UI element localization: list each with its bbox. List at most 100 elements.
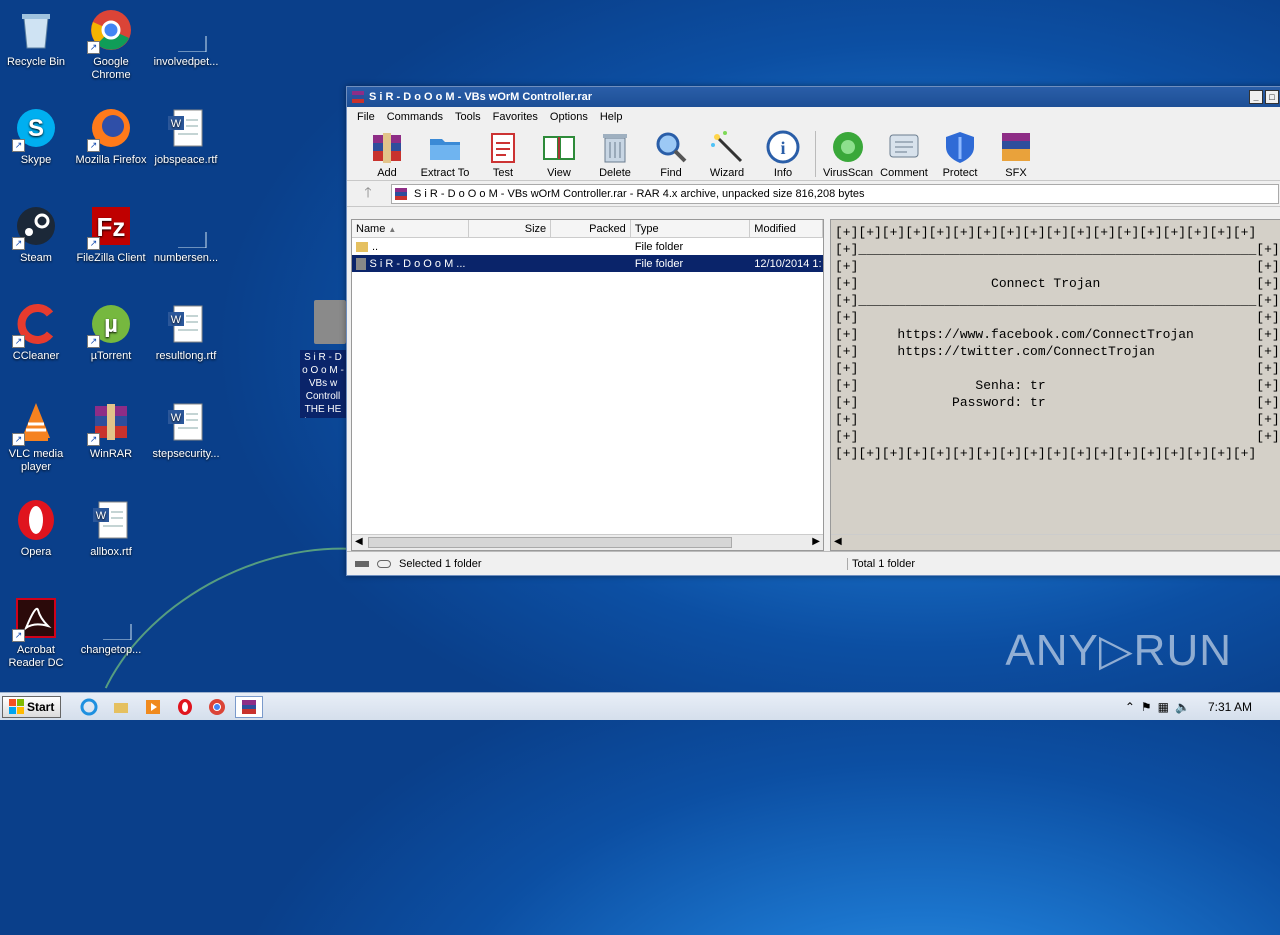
svg-text:S: S bbox=[28, 115, 44, 142]
vlc-icon[interactable]: ↗ VLC media player bbox=[0, 398, 74, 474]
tray-flag-icon[interactable]: ⚑ bbox=[1141, 700, 1152, 714]
resultlong-file-icon[interactable]: W resultlong.rtf bbox=[148, 300, 224, 363]
folder-icon bbox=[356, 257, 366, 270]
jobspeace-file-icon[interactable]: W jobspeace.rtf bbox=[148, 104, 224, 167]
involvedpet-file-icon[interactable]: involvedpet... bbox=[148, 6, 224, 69]
delete-button[interactable]: Delete bbox=[587, 127, 643, 179]
key-icon bbox=[377, 559, 391, 568]
row-name: .. bbox=[372, 240, 379, 253]
add-archive-icon bbox=[373, 133, 401, 163]
wizard-label: Wizard bbox=[709, 167, 745, 179]
changetop-file-icon[interactable]: changetop... bbox=[73, 594, 149, 657]
minimize-button[interactable]: _ bbox=[1249, 90, 1263, 104]
scroll-left-icon[interactable]: ◀ bbox=[834, 536, 842, 548]
desktop-selected-folder[interactable]: S i R - D o O o M - VBs w Controll THE H… bbox=[300, 300, 346, 418]
file-list: Name ▲ Size Packed Type Modified .. File… bbox=[351, 219, 824, 551]
ccleaner-icon[interactable]: ↗ CCleaner bbox=[0, 300, 74, 363]
virus-scan-icon bbox=[833, 132, 863, 162]
extract-to-button[interactable]: Extract To bbox=[415, 127, 475, 179]
view-button[interactable]: View bbox=[531, 127, 587, 179]
winrar-taskbar-icon[interactable] bbox=[235, 695, 264, 718]
ie-taskbar-icon[interactable] bbox=[75, 696, 103, 718]
add-button[interactable]: Add bbox=[359, 127, 415, 179]
skype-icon[interactable]: S ↗ Skype bbox=[0, 104, 74, 167]
comment-line: [+][+][+][+][+][+][+][+][+][+][+][+][+][… bbox=[835, 225, 1257, 240]
chrome-taskbar-icon[interactable] bbox=[203, 696, 231, 718]
find-button[interactable]: Find bbox=[643, 127, 699, 179]
protect-button[interactable]: Protect bbox=[932, 127, 988, 179]
firefox-icon[interactable]: ↗ Mozilla Firefox bbox=[73, 104, 149, 167]
shield-icon bbox=[946, 132, 974, 163]
menu-tools[interactable]: Tools bbox=[449, 111, 487, 123]
wizard-button[interactable]: Wizard bbox=[699, 127, 755, 179]
trash-icon bbox=[603, 134, 627, 163]
opera-label: Opera bbox=[20, 546, 52, 558]
media-player-taskbar-icon[interactable] bbox=[139, 696, 167, 718]
clipboard-check-icon bbox=[491, 133, 515, 163]
scroll-thumb[interactable] bbox=[368, 537, 732, 548]
winrar-icon[interactable]: ↗ WinRAR bbox=[73, 398, 149, 461]
menu-favorites[interactable]: Favorites bbox=[487, 111, 544, 123]
comment-horizontal-scrollbar[interactable]: ◀ bbox=[831, 534, 1280, 550]
allbox-file-icon[interactable]: W allbox.rtf bbox=[73, 496, 149, 559]
opera-taskbar-icon[interactable] bbox=[171, 696, 199, 718]
test-button[interactable]: Test bbox=[475, 127, 531, 179]
menu-file[interactable]: File bbox=[351, 111, 381, 123]
stepsecurity-file-icon[interactable]: W stepsecurity... bbox=[148, 398, 224, 461]
magnifier-icon bbox=[656, 132, 687, 163]
menu-commands[interactable]: Commands bbox=[381, 111, 449, 123]
scroll-left-icon[interactable]: ◀ bbox=[355, 536, 363, 547]
tray-expand-icon[interactable]: ⌃ bbox=[1125, 700, 1135, 714]
filezilla-icon[interactable]: Fz ↗ FileZilla Client bbox=[73, 202, 149, 265]
delete-label: Delete bbox=[599, 167, 631, 179]
recycle-bin-icon[interactable]: Recycle Bin bbox=[0, 6, 74, 69]
taskbar: Start ⌃ ⚑ ▦ 🔈 7:31 AM bbox=[0, 692, 1280, 720]
windows-logo-icon bbox=[9, 699, 24, 714]
stepsecurity-label: stepsecurity... bbox=[152, 448, 220, 460]
explorer-taskbar-icon[interactable] bbox=[107, 696, 135, 718]
virusscan-button[interactable]: VirusScan bbox=[820, 127, 876, 179]
opera-icon[interactable]: Opera bbox=[0, 496, 74, 559]
svg-text:W: W bbox=[171, 314, 182, 326]
col-modified[interactable]: Modified bbox=[750, 220, 823, 237]
utorrent-label: µTorrent bbox=[90, 350, 132, 362]
archive-path-field[interactable]: S i R - D o O o M - VBs wOrM Controller.… bbox=[391, 183, 1279, 204]
menu-bar: File Commands Tools Favorites Options He… bbox=[347, 107, 1280, 127]
table-row[interactable]: S i R - D o O o M ... File folder 12/10/… bbox=[352, 255, 823, 272]
steam-icon[interactable]: ↗ Steam bbox=[0, 202, 74, 265]
menu-help[interactable]: Help bbox=[594, 111, 629, 123]
tray-volume-icon[interactable]: 🔈 bbox=[1175, 700, 1190, 714]
acrobat-icon[interactable]: ↗ Acrobat Reader DC bbox=[0, 594, 74, 670]
col-name[interactable]: Name ▲ bbox=[352, 220, 470, 237]
magic-wand-icon bbox=[711, 131, 743, 163]
start-button[interactable]: Start bbox=[2, 695, 62, 718]
protect-label: Protect bbox=[942, 167, 978, 179]
numbersen-file-icon[interactable]: numbersen... bbox=[148, 202, 224, 265]
info-icon: i bbox=[766, 130, 800, 164]
col-type[interactable]: Type bbox=[631, 220, 751, 237]
acrobat-label: Acrobat Reader DC bbox=[8, 644, 64, 669]
col-size[interactable]: Size bbox=[469, 220, 552, 237]
comment-line: [+] Connect Trojan [+] bbox=[835, 276, 1280, 291]
toolbar: Add Extract To Test View Delete Find Wiz… bbox=[347, 127, 1280, 181]
up-arrow-icon[interactable]: 🡑 bbox=[353, 182, 383, 206]
comment-line: [+] https://www.facebook.com/ConnectTroj… bbox=[835, 327, 1280, 342]
table-row[interactable]: .. File folder bbox=[352, 238, 823, 255]
involvedpet-label: involvedpet... bbox=[153, 56, 219, 68]
sfx-button[interactable]: SFX bbox=[988, 127, 1044, 179]
col-packed[interactable]: Packed bbox=[551, 220, 631, 237]
menu-options[interactable]: Options bbox=[544, 111, 594, 123]
utorrent-icon[interactable]: µ ↗ µTorrent bbox=[73, 300, 149, 363]
comment-button[interactable]: Comment bbox=[876, 127, 932, 179]
archive-path-text: S i R - D o O o M - VBs wOrM Controller.… bbox=[414, 187, 865, 200]
comment-line: [+]_____________________________________… bbox=[835, 242, 1280, 257]
maximize-button[interactable]: □ bbox=[1265, 90, 1279, 104]
horizontal-scrollbar[interactable]: ◀ ▶ bbox=[352, 534, 823, 550]
clock[interactable]: 7:31 AM bbox=[1208, 700, 1252, 714]
scroll-right-icon[interactable]: ▶ bbox=[812, 536, 820, 547]
chrome-icon[interactable]: ↗ Google Chrome bbox=[73, 6, 149, 82]
info-button[interactable]: i Info bbox=[755, 127, 811, 179]
tray-network-icon[interactable]: ▦ bbox=[1158, 700, 1169, 714]
comment-line: [+] [+] bbox=[835, 259, 1280, 274]
window-titlebar[interactable]: S i R - D o O o M - VBs wOrM Controller.… bbox=[347, 87, 1280, 107]
